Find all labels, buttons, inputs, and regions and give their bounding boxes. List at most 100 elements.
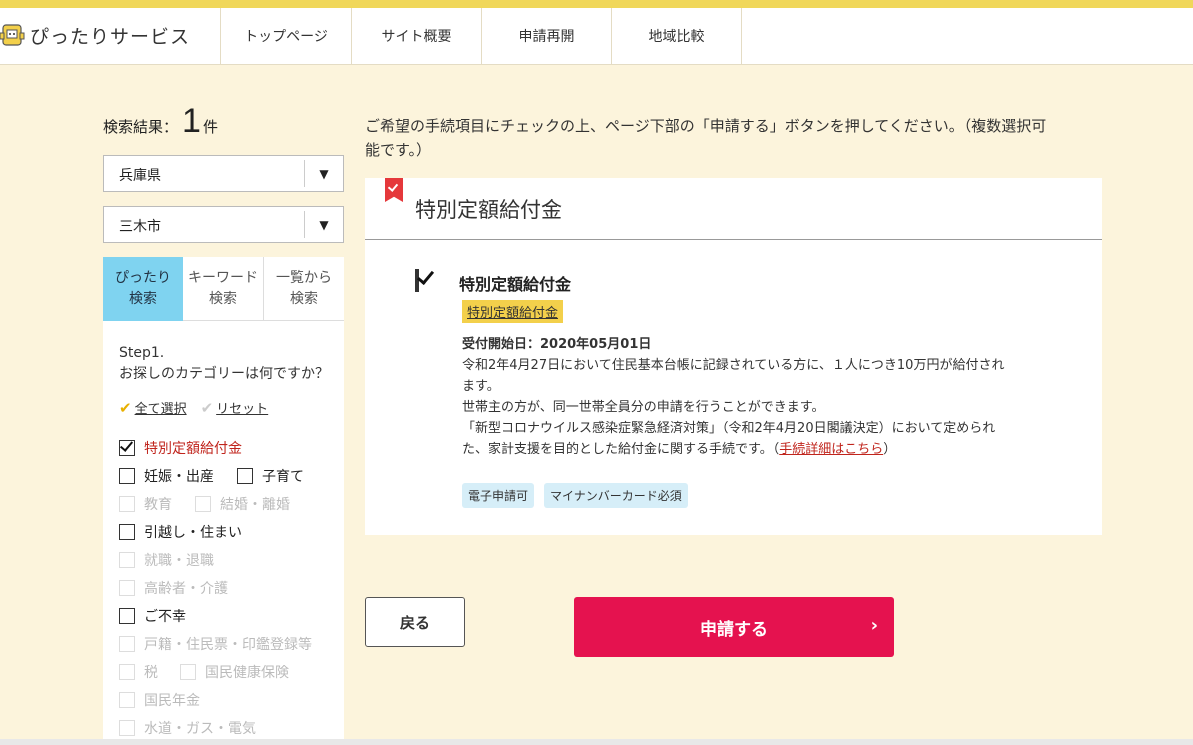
desc-text: ） bbox=[883, 442, 897, 457]
desc-line: ます。 bbox=[462, 379, 500, 394]
select-controls: ✔ 全て選択 ✔ リセット bbox=[119, 398, 282, 418]
procedure-description: 受付開始日：2020年05月01日 令和2年4月27日において住民基本台帳に記録… bbox=[462, 334, 1047, 460]
checkbox-checked[interactable] bbox=[415, 269, 419, 292]
category-education: 教育 bbox=[119, 494, 172, 514]
desc-line: 令和2年4月27日において住民基本台帳に記録されている方に、１人につき10万円が… bbox=[462, 358, 1005, 373]
site-header: ぴったりサービス トップページ サイト概要 申請再開 地域比較 bbox=[0, 8, 1193, 65]
category-label: 教育 bbox=[144, 497, 172, 513]
tab-pittari-search[interactable]: ぴったり 検索 bbox=[103, 257, 183, 329]
tab-label-line2: 検索 bbox=[290, 290, 318, 307]
check-icon: ✔ bbox=[200, 398, 214, 417]
tab-label-line1: キーワード bbox=[188, 269, 258, 286]
top-accent-bar bbox=[0, 0, 1193, 8]
start-date: 受付開始日：2020年05月01日 bbox=[462, 337, 652, 352]
prefecture-value: 兵庫県 bbox=[119, 168, 161, 184]
apply-button-label: 申請する bbox=[700, 619, 768, 640]
select-all-link[interactable]: 全て選択 bbox=[135, 398, 187, 417]
step-label: Step1. bbox=[119, 345, 165, 361]
checkbox-disabled bbox=[180, 664, 196, 680]
instruction-text: ご希望の手続項目にチェックの上、ページ下部の「申請する」ボタンを押してください。… bbox=[365, 114, 1105, 162]
checkbox-disabled bbox=[119, 692, 135, 708]
checkbox-disabled bbox=[119, 552, 135, 568]
category-utilities: 水道・ガス・電気 bbox=[119, 718, 256, 738]
category-tax: 税 bbox=[119, 662, 158, 682]
badge-online-application: 電子申請可 bbox=[462, 483, 535, 508]
category-label: 結婚・離婚 bbox=[220, 497, 290, 513]
card-header: 特別定額給付金 bbox=[365, 178, 1102, 240]
procedure-title: 特別定額給付金 bbox=[459, 275, 572, 294]
nav-top-page[interactable]: トップページ bbox=[220, 8, 351, 64]
dropdown-arrow-icon[interactable]: ▼ bbox=[304, 211, 343, 238]
category-pension: 国民年金 bbox=[119, 690, 200, 710]
tab-label-line1: ぴったり bbox=[115, 270, 171, 286]
category-label: 国民健康保険 bbox=[205, 665, 289, 681]
step-prompt: Step1. お探しのカテゴリーは何ですか？ bbox=[119, 343, 329, 385]
nav-resume-application[interactable]: 申請再開 bbox=[481, 8, 611, 64]
category-label: 高齢者・介護 bbox=[144, 581, 228, 597]
city-select[interactable]: 三木市 ▼ bbox=[103, 206, 344, 243]
checkbox[interactable] bbox=[119, 524, 135, 540]
category-health-insurance: 国民健康保険 bbox=[180, 662, 289, 682]
tab-keyword-search[interactable]: キーワード 検索 bbox=[183, 257, 263, 321]
nav-site-overview[interactable]: サイト概要 bbox=[351, 8, 481, 64]
search-tabs: ぴったり 検索 キーワード 検索 一覧から 検索 bbox=[103, 257, 344, 329]
badge-mynumber-required: マイナンバーカード必須 bbox=[544, 483, 688, 508]
category-childcare[interactable]: 子育て bbox=[237, 466, 304, 486]
result-label: 検索結果： bbox=[103, 118, 179, 136]
mascot-icon bbox=[0, 21, 26, 49]
checkbox-disabled bbox=[119, 636, 135, 652]
procedure-detail-link[interactable]: 手続詳細はこちら bbox=[779, 442, 883, 457]
main-nav: トップページ サイト概要 申請再開 地域比較 bbox=[220, 8, 742, 64]
checkbox-disabled bbox=[119, 580, 135, 596]
desc-line: 「新型コロナウイルス感染症緊急経済対策」（令和2年4月20日閣議決定）において定… bbox=[462, 421, 996, 436]
back-button[interactable]: 戻る bbox=[365, 597, 465, 647]
logo-text: ぴったりサービス bbox=[30, 25, 191, 48]
checkbox[interactable] bbox=[237, 468, 253, 484]
category-panel: Step1. お探しのカテゴリーは何ですか？ ✔ 全て選択 ✔ リセット 特別定… bbox=[103, 321, 344, 745]
dropdown-arrow-icon[interactable]: ▼ bbox=[304, 160, 343, 187]
checkbox-disabled bbox=[119, 720, 135, 736]
reset-link[interactable]: リセット bbox=[216, 398, 268, 417]
result-count: 検索結果： 1 件 bbox=[103, 102, 218, 141]
tab-label-line2: 検索 bbox=[209, 290, 237, 307]
category-label: 水道・ガス・電気 bbox=[144, 721, 256, 737]
check-icon: ✔ bbox=[119, 398, 132, 417]
nav-region-compare[interactable]: 地域比較 bbox=[611, 8, 742, 64]
desc-line: 世帯主の方が、同一世帯全員分の申請を行うことができます。 bbox=[462, 400, 825, 415]
procedure-checkbox[interactable] bbox=[415, 269, 435, 292]
apply-button[interactable]: 申請する › bbox=[574, 597, 894, 657]
category-marriage: 結婚・離婚 bbox=[195, 494, 290, 514]
checkbox-checked[interactable] bbox=[119, 440, 135, 456]
result-unit: 件 bbox=[202, 118, 218, 136]
chevron-right-icon: › bbox=[870, 615, 878, 636]
checkbox[interactable] bbox=[119, 608, 135, 624]
category-elderly-care: 高齢者・介護 bbox=[119, 578, 228, 598]
category-employment: 就職・退職 bbox=[119, 550, 214, 570]
category-label: 引越し・住まい bbox=[144, 525, 242, 541]
category-moving[interactable]: 引越し・住まい bbox=[119, 522, 242, 542]
category-label: 就職・退職 bbox=[144, 553, 214, 569]
category-label: 子育て bbox=[262, 469, 304, 485]
category-label: 戸籍・住民票・印鑑登録等 bbox=[144, 637, 312, 653]
category-pregnancy[interactable]: 妊娠・出産 bbox=[119, 466, 214, 486]
category-label: 特別定額給付金 bbox=[144, 441, 242, 457]
tab-label-line2: 検索 bbox=[129, 291, 157, 307]
category-bereavement[interactable]: ご不幸 bbox=[119, 606, 186, 626]
procedure-tag-link[interactable]: 特別定額給付金 bbox=[462, 300, 564, 323]
tab-label-line1: 一覧から bbox=[276, 269, 332, 286]
checkbox[interactable] bbox=[119, 468, 135, 484]
bookmark-check-icon bbox=[385, 178, 403, 202]
window-bottom-edge bbox=[0, 739, 1193, 745]
prefecture-select[interactable]: 兵庫県 ▼ bbox=[103, 155, 344, 192]
checkbox-disabled bbox=[195, 496, 211, 512]
instruction-line: 能です。） bbox=[365, 141, 432, 159]
category-label: 国民年金 bbox=[144, 693, 200, 709]
site-logo[interactable]: ぴったりサービス bbox=[0, 20, 190, 50]
category-family-register: 戸籍・住民票・印鑑登録等 bbox=[119, 634, 312, 654]
procedure-card: 特別定額給付金 特別定額給付金 特別定額給付金 受付開始日：2020年05月01… bbox=[365, 178, 1102, 535]
tab-list-search[interactable]: 一覧から 検索 bbox=[263, 257, 344, 321]
desc-line: た、家計支援を目的とした給付金に関する手続です。（手続詳細はこちら） bbox=[462, 439, 1047, 460]
checkbox-disabled bbox=[119, 496, 135, 512]
category-tokubetsu[interactable]: 特別定額給付金 bbox=[119, 438, 242, 458]
category-label: ご不幸 bbox=[144, 609, 186, 625]
